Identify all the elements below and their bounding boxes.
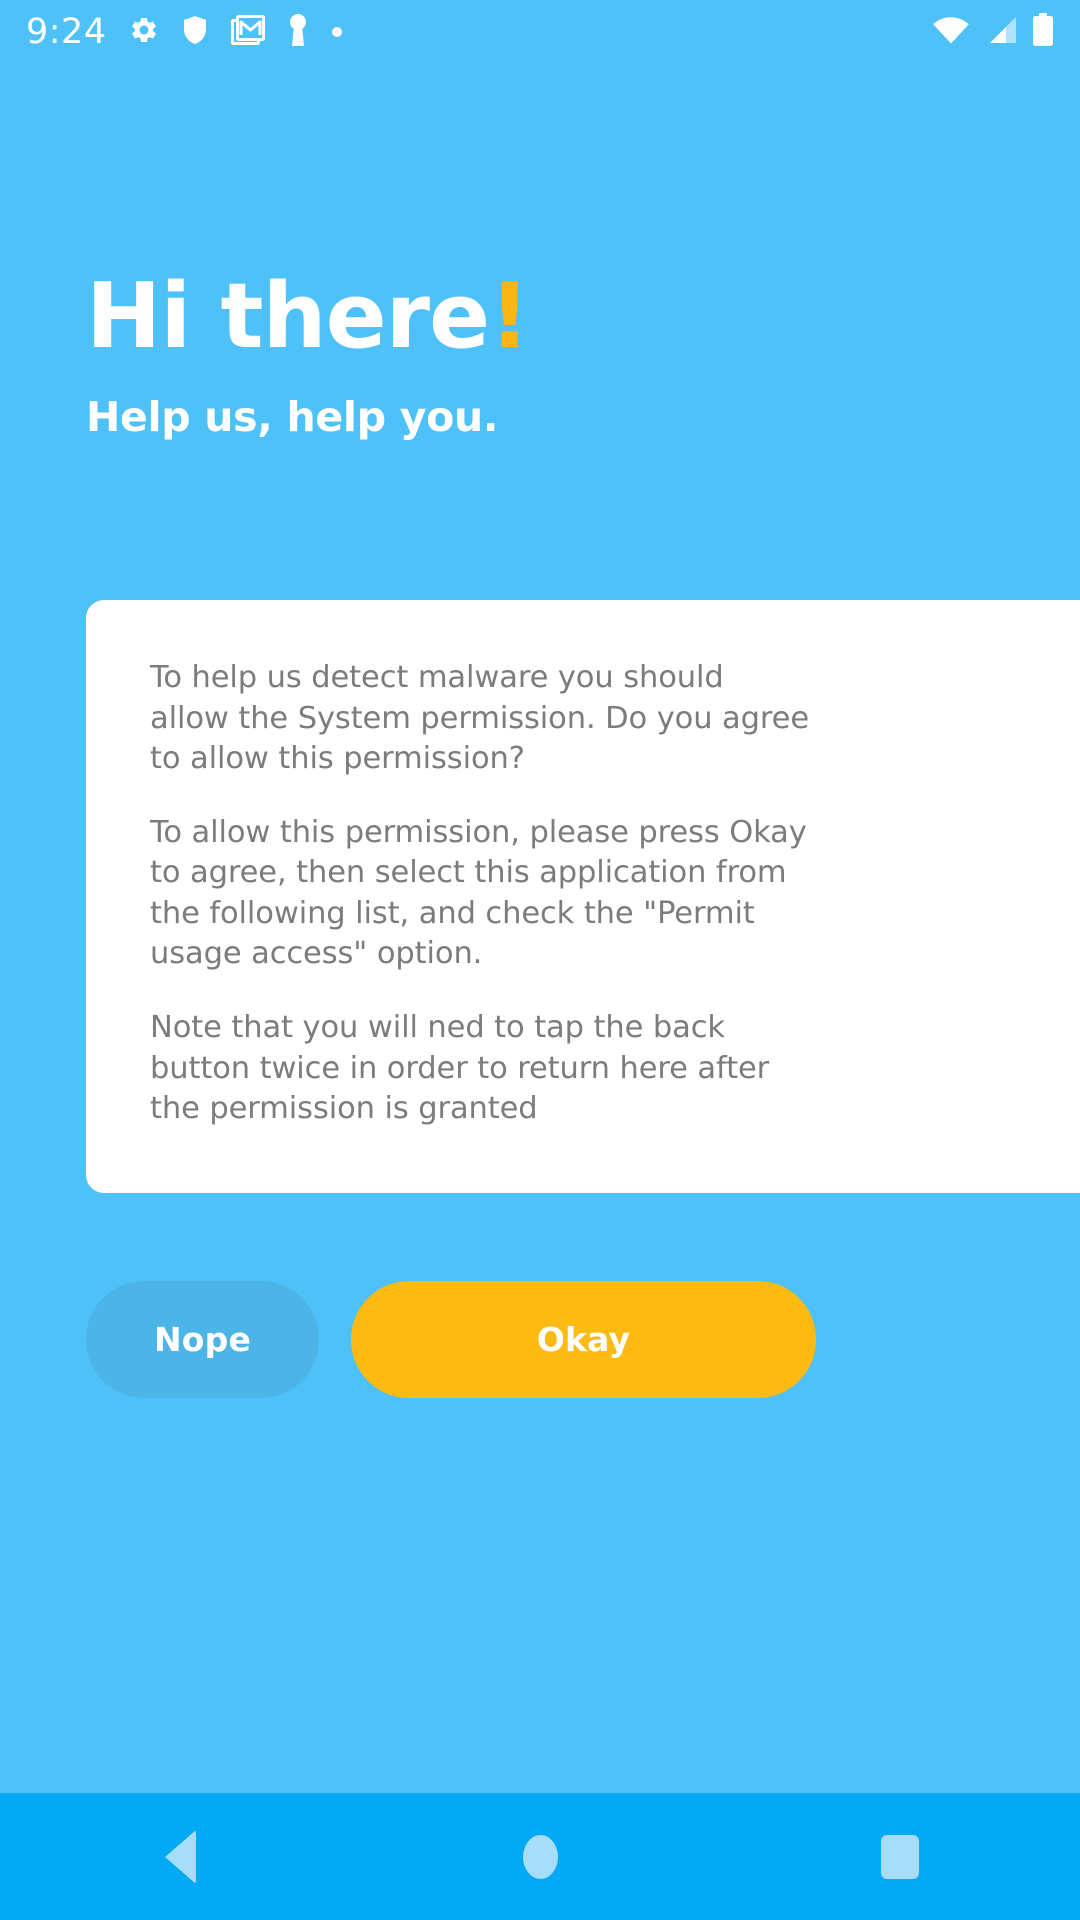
page-title-text: Hi there xyxy=(86,264,490,369)
cellular-signal-icon xyxy=(984,15,1018,49)
nav-recents-button[interactable] xyxy=(720,1793,1080,1920)
gmail-icon xyxy=(230,15,265,49)
nav-home-button[interactable] xyxy=(360,1793,720,1920)
accept-button[interactable]: Okay xyxy=(351,1281,816,1398)
page-title: Hi there! xyxy=(86,268,986,365)
key-icon xyxy=(287,14,309,50)
permission-card-body: To help us detect malware you should all… xyxy=(150,658,810,1130)
permission-paragraph-2: To allow this permission, please press O… xyxy=(150,814,807,972)
android-navigation-bar xyxy=(0,1793,1080,1920)
back-triangle-icon xyxy=(164,1829,196,1884)
page-title-exclamation: ! xyxy=(489,264,530,369)
permission-paragraph-1: To help us detect malware you should all… xyxy=(150,660,809,777)
permission-card: To help us detect malware you should all… xyxy=(86,600,1080,1193)
gear-icon xyxy=(129,15,159,49)
decline-button[interactable]: Nope xyxy=(86,1281,319,1398)
action-button-row: Nope Okay xyxy=(86,1281,1010,1398)
hero-section: Hi there! Help us, help you. xyxy=(86,268,986,441)
recents-square-icon xyxy=(881,1834,919,1879)
status-bar-right xyxy=(932,13,1054,51)
dot-icon xyxy=(331,23,343,42)
wifi-icon xyxy=(932,15,970,49)
nav-back-button[interactable] xyxy=(0,1793,360,1920)
status-bar-left: 9:24 xyxy=(26,14,932,50)
status-clock: 9:24 xyxy=(26,11,107,52)
permission-paragraph-3: Note that you will ned to tap the back b… xyxy=(150,1009,770,1127)
shield-icon xyxy=(181,15,209,49)
battery-icon xyxy=(1032,13,1054,51)
home-circle-icon xyxy=(522,1834,558,1879)
page-subtitle: Help us, help you. xyxy=(86,393,499,442)
status-bar: 9:24 xyxy=(0,0,1080,64)
